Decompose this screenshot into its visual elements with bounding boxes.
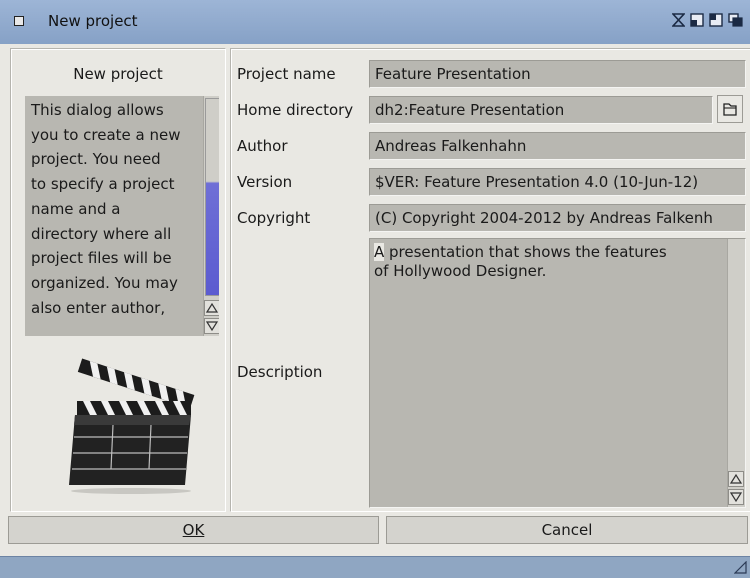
info-panel: New project This dialog allows you to cr… bbox=[10, 48, 226, 512]
info-text: This dialog allows you to create a new p… bbox=[31, 98, 199, 320]
description-label: Description bbox=[237, 363, 323, 381]
close-gadget-icon[interactable] bbox=[14, 16, 24, 26]
info-line: you to create a new bbox=[31, 125, 181, 144]
title-bar[interactable]: New project bbox=[0, 0, 750, 45]
author-label: Author bbox=[237, 137, 288, 155]
clapperboard-icon bbox=[61, 345, 211, 495]
cancel-button[interactable]: Cancel bbox=[386, 516, 748, 544]
version-label: Version bbox=[237, 173, 293, 191]
scroll-down-icon[interactable] bbox=[728, 489, 744, 505]
info-scroll-knob[interactable] bbox=[205, 98, 219, 296]
depth-icon[interactable] bbox=[728, 13, 743, 27]
info-line: to specify a project bbox=[31, 175, 175, 194]
form-panel: Project name Feature Presentation Home d… bbox=[230, 48, 750, 512]
copyright-field[interactable]: (C) Copyright 2004-2012 by Andreas Falke… bbox=[369, 204, 746, 232]
ok-label: OK bbox=[182, 521, 205, 539]
window-bottom-border bbox=[0, 556, 750, 576]
window-title: New project bbox=[48, 12, 138, 30]
author-field[interactable]: Andreas Falkenhahn bbox=[369, 132, 746, 160]
project-name-label: Project name bbox=[237, 65, 336, 83]
scroll-up-icon[interactable] bbox=[204, 300, 219, 316]
resize-icon[interactable] bbox=[733, 560, 747, 574]
cancel-label: Cancel bbox=[541, 521, 593, 539]
info-line: also enter author, bbox=[31, 298, 166, 317]
home-directory-field[interactable]: dh2:Feature Presentation bbox=[369, 96, 713, 124]
zoom-icon[interactable] bbox=[690, 13, 704, 27]
copyright-label: Copyright bbox=[237, 209, 311, 227]
info-line: project. You need bbox=[31, 150, 161, 169]
info-scrollbar[interactable] bbox=[203, 96, 219, 336]
iconify-icon[interactable] bbox=[672, 13, 685, 27]
description-textarea[interactable]: A presentation that shows the features o… bbox=[369, 238, 746, 508]
maximize-icon[interactable] bbox=[709, 13, 723, 27]
text-cursor: A bbox=[374, 243, 385, 261]
info-line: project files will be bbox=[31, 249, 172, 268]
info-heading: New project bbox=[73, 65, 163, 83]
home-directory-label: Home directory bbox=[237, 101, 354, 119]
dialog-body: New project This dialog allows you to cr… bbox=[0, 44, 750, 556]
info-line: This dialog allows bbox=[31, 101, 164, 119]
folder-icon[interactable] bbox=[717, 95, 743, 123]
info-line: name and a bbox=[31, 199, 121, 218]
project-name-field[interactable]: Feature Presentation bbox=[369, 60, 746, 88]
version-field[interactable]: $VER: Feature Presentation 4.0 (10-Jun-1… bbox=[369, 168, 746, 196]
scroll-down-icon[interactable] bbox=[204, 318, 219, 334]
info-textbox[interactable]: This dialog allows you to create a new p… bbox=[25, 96, 219, 336]
description-content: presentation that shows the features of … bbox=[374, 243, 667, 280]
ok-button[interactable]: OK bbox=[8, 516, 379, 544]
description-scrollbar[interactable] bbox=[727, 239, 745, 507]
description-text: A presentation that shows the features o… bbox=[374, 243, 714, 281]
scroll-up-icon[interactable] bbox=[728, 471, 744, 487]
info-line: organized. You may bbox=[31, 273, 178, 292]
info-line: directory where all bbox=[31, 224, 172, 243]
